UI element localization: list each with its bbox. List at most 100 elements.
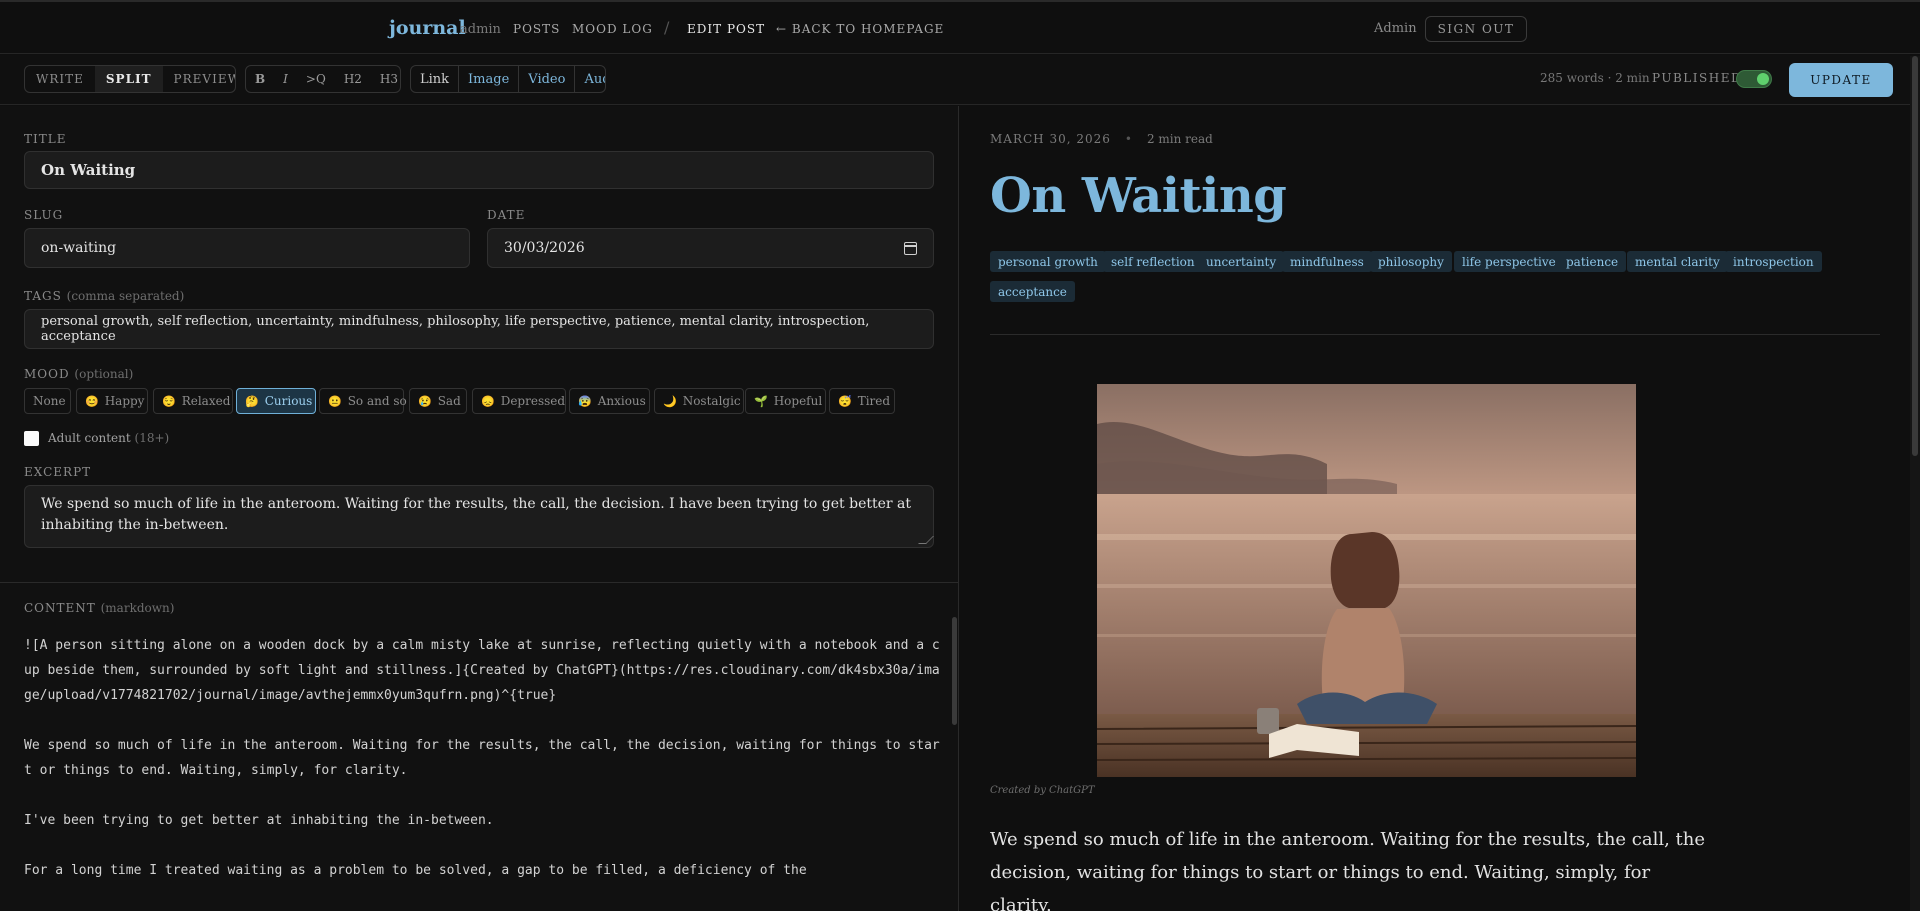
post-image — [1097, 384, 1636, 777]
mood-option-depressed[interactable]: 😞 Depressed — [472, 388, 566, 414]
heading-2-button[interactable]: H2 — [335, 66, 371, 92]
mood-option-happy[interactable]: 😊 Happy — [76, 388, 148, 414]
mood-option-none[interactable]: None — [24, 388, 71, 414]
post-body: We spend so much of life in the anteroom… — [990, 829, 1706, 911]
heading-3-button[interactable]: H3 — [371, 66, 400, 92]
back-to-homepage-link[interactable]: ← BACK TO HOMEPAGE — [776, 22, 944, 36]
tag-chip[interactable]: mental clarity — [1627, 251, 1728, 272]
tags-label: TAGS (comma separated) — [24, 289, 184, 303]
brand-logo[interactable]: journal — [389, 17, 466, 39]
happy-face-icon: 😊 — [85, 394, 99, 408]
section-divider — [0, 582, 958, 583]
title-input[interactable]: On Waiting — [24, 151, 934, 189]
top-nav: journal admin POSTS MOOD LOG / EDIT POST… — [0, 0, 1920, 54]
excerpt-text: We spend so much of life in the anteroom… — [41, 496, 912, 533]
tags-label-text: TAGS — [24, 289, 62, 303]
date-label: DATE — [487, 208, 526, 222]
user-label: Admin — [1374, 21, 1417, 36]
mood-label-happy: Happy — [104, 394, 145, 408]
tag-chip[interactable]: patience — [1558, 251, 1627, 272]
adult-content-checkbox[interactable] — [24, 431, 39, 446]
media-group: Link Image Video Audio — [410, 65, 606, 93]
mood-label-none: None — [33, 394, 66, 408]
tag-chip[interactable]: life perspective — [1454, 251, 1564, 272]
bold-button[interactable]: B — [246, 66, 274, 92]
mode-split-button[interactable]: SPLIT — [94, 66, 163, 92]
mood-label-hopeful: Hopeful — [773, 394, 823, 408]
tag-chip[interactable]: acceptance — [990, 281, 1075, 302]
page-scrollbar[interactable] — [1912, 56, 1918, 456]
mood-option-sad[interactable]: 😢 Sad — [409, 388, 467, 414]
insert-audio-button[interactable]: Audio — [574, 66, 605, 92]
anxious-face-icon: 😰 — [578, 394, 592, 408]
mode-preview-button[interactable]: PREVIEW — [163, 66, 235, 92]
tag-chip[interactable]: philosophy — [1370, 251, 1452, 272]
mood-option-so-and-so[interactable]: 😐 So and so — [319, 388, 407, 414]
tags-input[interactable]: personal growth, self reflection, uncert… — [24, 309, 934, 349]
mood-option-hopeful[interactable]: 🌱 Hopeful — [745, 388, 826, 414]
moon-icon: 🌙 — [663, 394, 677, 408]
slug-label: SLUG — [24, 208, 64, 222]
insert-link-button[interactable]: Link — [411, 66, 458, 92]
quote-button[interactable]: >Q — [297, 66, 335, 92]
tag-chip[interactable]: introspection — [1725, 251, 1822, 272]
post-date: MARCH 30, 2026 — [990, 132, 1111, 146]
mood-label-curious: Curious — [264, 394, 313, 408]
excerpt-label: EXCERPT — [24, 465, 92, 479]
format-group: B I >Q H2 H3 — [245, 65, 401, 93]
sign-out-button[interactable]: SIGN OUT — [1425, 16, 1527, 42]
italic-button[interactable]: I — [274, 66, 297, 92]
nav-link-posts[interactable]: POSTS — [513, 22, 560, 36]
thinking-face-icon: 🤔 — [245, 394, 259, 408]
adult-content-text: Adult content — [48, 431, 131, 445]
toggle-knob — [1757, 73, 1769, 85]
brand-subtitle: admin — [460, 22, 501, 37]
slug-input[interactable]: on-waiting — [24, 228, 470, 268]
mood-option-nostalgic[interactable]: 🌙 Nostalgic — [654, 388, 744, 414]
sleepy-face-icon: 😴 — [838, 394, 852, 408]
preview-divider — [990, 334, 1880, 335]
mood-label-tired: Tired — [857, 394, 891, 408]
date-input[interactable]: 30/03/2026 — [487, 228, 934, 268]
content-label: CONTENT (markdown) — [24, 601, 174, 615]
word-count: 285 words · 2 min — [1540, 71, 1650, 85]
resize-handle-icon[interactable] — [918, 536, 934, 544]
content-label-text: CONTENT — [24, 601, 96, 615]
tag-chip[interactable]: self reflection — [1103, 251, 1203, 272]
mood-label: MOOD (optional) — [24, 367, 133, 381]
editor-scrollbar[interactable] — [952, 617, 957, 725]
read-time: 2 min read — [1146, 132, 1213, 146]
mood-option-curious[interactable]: 🤔 Curious — [236, 388, 316, 414]
seedling-icon: 🌱 — [754, 394, 768, 408]
post-title: On Waiting — [990, 168, 1287, 224]
markdown-editor[interactable]: ![A person sitting alone on a wooden doc… — [24, 633, 944, 883]
content-hint: (markdown) — [100, 601, 175, 615]
mood-option-anxious[interactable]: 😰 Anxious — [569, 388, 650, 414]
nav-current-edit-post: EDIT POST — [687, 22, 766, 36]
adult-content-label: Adult content (18+) — [48, 431, 169, 445]
mode-write-button[interactable]: WRITE — [25, 66, 95, 92]
update-button[interactable]: UPDATE — [1789, 63, 1893, 97]
tag-chip[interactable]: mindfulness — [1282, 251, 1372, 272]
mood-label-depressed: Depressed — [500, 394, 566, 408]
nav-link-mood-log[interactable]: MOOD LOG — [572, 22, 653, 36]
tag-chip[interactable]: uncertainty — [1198, 251, 1285, 272]
published-toggle[interactable] — [1736, 70, 1772, 88]
tag-chip[interactable]: personal growth — [990, 251, 1106, 272]
excerpt-textarea[interactable]: We spend so much of life in the anteroom… — [24, 485, 934, 548]
mood-label-so-and-so: So and so — [347, 394, 407, 408]
meta-dot: • — [1124, 132, 1133, 146]
mood-label-anxious: Anxious — [597, 394, 646, 408]
lake-dock-illustration — [1097, 384, 1636, 777]
nav-separator: / — [664, 18, 670, 37]
published-label: PUBLISHED — [1652, 71, 1743, 85]
insert-image-button[interactable]: Image — [458, 66, 518, 92]
tags-hint: (comma separated) — [66, 289, 185, 303]
adult-content-hint: (18+) — [134, 431, 170, 445]
calendar-icon[interactable] — [904, 242, 917, 255]
image-caption: Created by ChatGPT — [990, 785, 1095, 796]
mood-label-text: MOOD — [24, 367, 70, 381]
mood-option-relaxed[interactable]: 😌 Relaxed — [153, 388, 233, 414]
insert-video-button[interactable]: Video — [518, 66, 574, 92]
mood-option-tired[interactable]: 😴 Tired — [829, 388, 895, 414]
